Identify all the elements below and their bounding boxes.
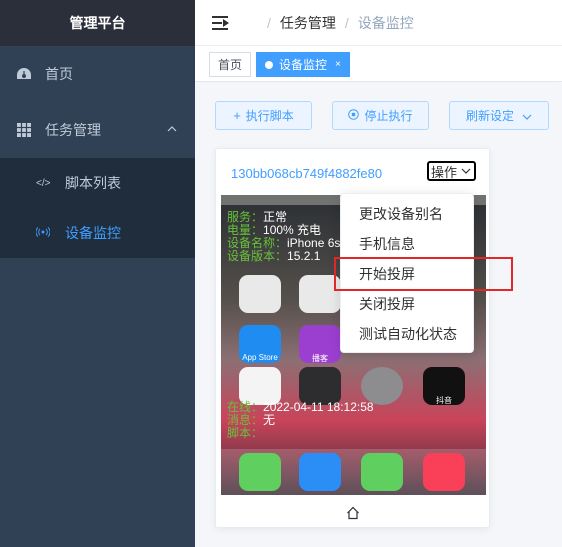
menu-item-rename-device[interactable]: 更改设备别名: [341, 199, 473, 229]
sidebar-item-label: 首页: [45, 66, 73, 82]
safari-icon: [299, 453, 341, 491]
breadcrumb-separator: /: [267, 14, 271, 31]
dashboard-icon: [14, 67, 34, 81]
run-script-button[interactable]: + 执行脚本: [215, 101, 312, 130]
sidebar-item-device-monitor[interactable]: 设备监控: [0, 208, 195, 258]
music-icon: [423, 453, 465, 491]
ops-label: 操作: [431, 164, 458, 180]
home-icon[interactable]: [346, 506, 360, 525]
menu-item-stop-screencast[interactable]: 关闭投屏: [341, 289, 473, 319]
operations-dropdown-menu: 更改设备别名 手机信息 开始投屏 关闭投屏 测试自动化状态: [340, 193, 474, 353]
sidebar: 管理平台 首页 任务管理 </> 脚本列表 设备监控: [0, 0, 195, 547]
sidebar-item-label: 设备监控: [65, 225, 121, 241]
chevron-up-icon: [167, 124, 177, 135]
app-title: 管理平台: [0, 0, 195, 46]
breadcrumb-item[interactable]: 任务管理: [280, 13, 336, 33]
active-dot-icon: [265, 60, 273, 69]
messages-icon: [361, 453, 403, 491]
app-icon: [239, 275, 281, 313]
button-label: 停止执行: [364, 109, 413, 123]
menu-item-test-automation[interactable]: 测试自动化状态: [341, 319, 473, 349]
tab-label: 首页: [218, 58, 243, 72]
phone-dock: [221, 449, 486, 495]
chevron-down-icon: [522, 109, 532, 123]
navbar: / 任务管理 / 设备监控: [195, 0, 562, 46]
app-icon: [299, 275, 341, 313]
sidebar-item-script-list[interactable]: </> 脚本列表: [0, 158, 195, 208]
button-label: 执行脚本: [245, 109, 294, 123]
table-grid-icon: [14, 123, 34, 137]
breadcrumb: / 任务管理 / 设备监控: [258, 13, 414, 33]
code-icon: </>: [36, 177, 51, 189]
stop-execution-button[interactable]: 停止执行: [332, 101, 429, 130]
close-icon[interactable]: ×: [335, 59, 341, 70]
plus-icon: +: [233, 108, 241, 123]
card-footer: [216, 501, 489, 529]
sidebar-item-label: 任务管理: [45, 122, 101, 138]
broadcast-icon: [35, 226, 51, 240]
sidebar-submenu: </> 脚本列表 设备监控: [0, 158, 195, 258]
phone-app-icon: [239, 453, 281, 491]
operations-dropdown-trigger[interactable]: 操作: [427, 161, 477, 181]
menu-item-start-screencast[interactable]: 开始投屏: [341, 259, 473, 289]
chevron-down-icon: [461, 165, 471, 177]
menu-toggle-icon[interactable]: [212, 15, 230, 30]
sidebar-item-label: 脚本列表: [65, 175, 121, 191]
sidebar-item-home[interactable]: 首页: [0, 46, 195, 102]
overlay-script: 脚本：: [227, 426, 264, 440]
tags-view: 首页 设备监控 ×: [195, 46, 562, 82]
tab-home[interactable]: 首页: [209, 52, 252, 77]
app-label: 抖音: [436, 396, 452, 405]
tab-label: 设备监控: [279, 58, 328, 72]
breadcrumb-current: 设备监控: [357, 14, 414, 31]
app-label: 播客: [312, 354, 328, 363]
breadcrumb-separator: /: [344, 14, 349, 31]
device-id[interactable]: 130bb068cb749f4882fe80: [231, 166, 395, 181]
overlay-device-version: 设备版本：15.2.1: [227, 249, 321, 263]
refresh-settings-button[interactable]: 刷新设定: [449, 101, 549, 130]
app-label: App Store: [242, 353, 278, 362]
menu-item-phone-info[interactable]: 手机信息: [341, 229, 473, 259]
tab-device-monitor[interactable]: 设备监控 ×: [256, 52, 350, 77]
sidebar-item-task-management[interactable]: 任务管理: [0, 102, 195, 158]
button-label: 刷新设定: [465, 109, 514, 123]
stop-circle-icon: [348, 108, 360, 123]
